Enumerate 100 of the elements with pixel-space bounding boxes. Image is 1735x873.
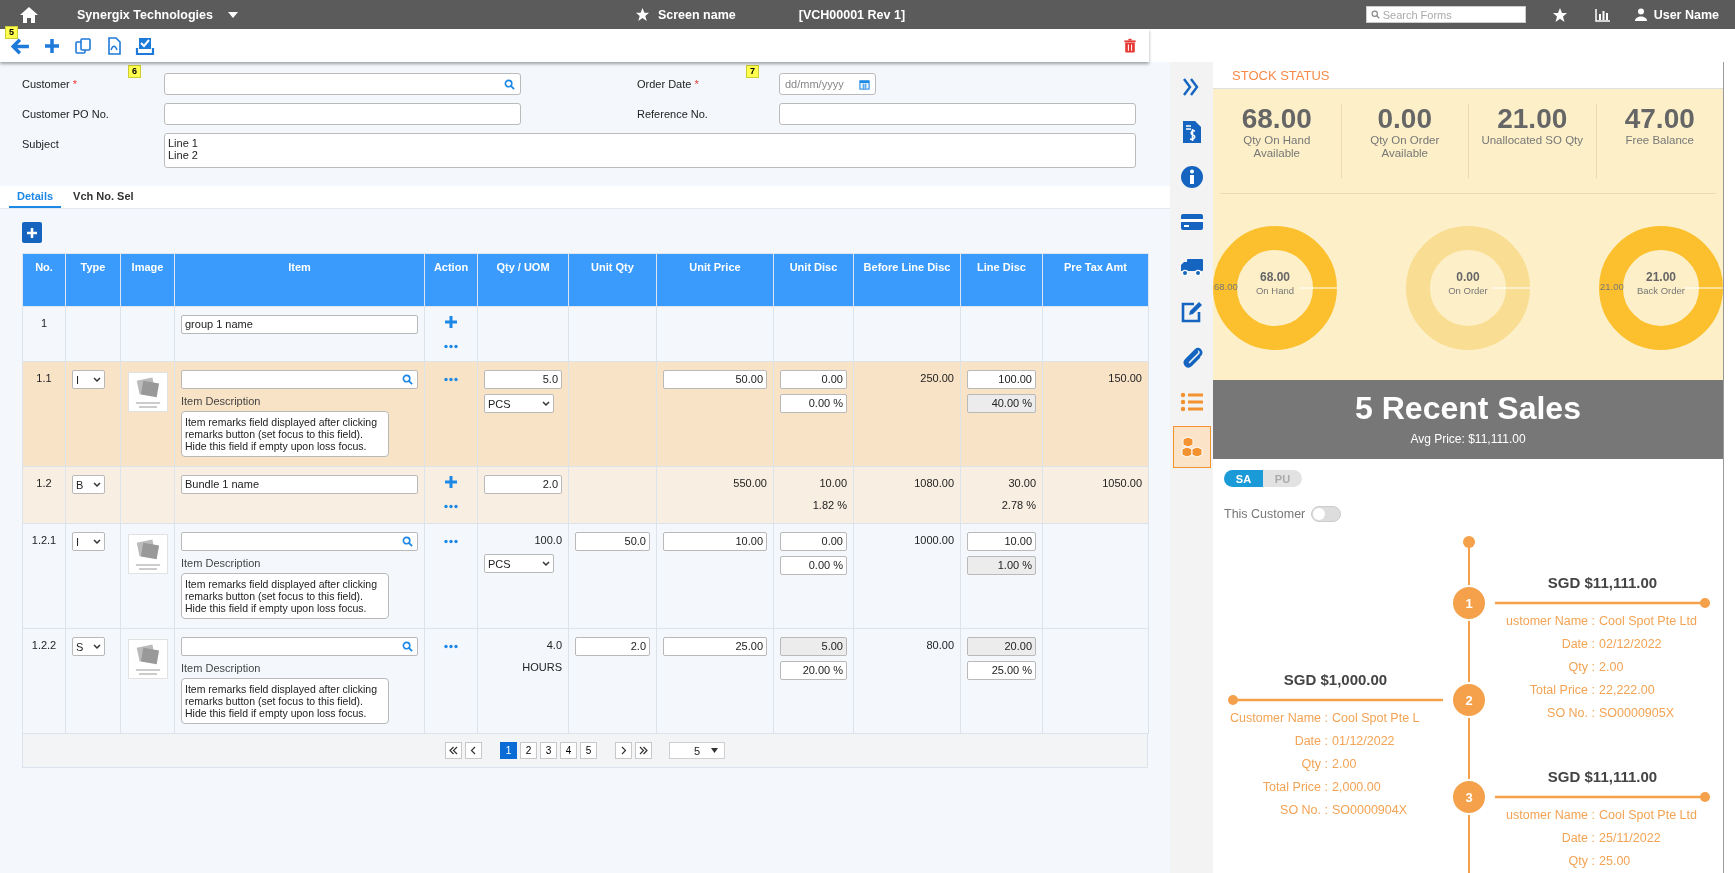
subject-field[interactable]: Line 1 Line 2 bbox=[164, 133, 1136, 168]
star-icon[interactable] bbox=[1551, 6, 1568, 23]
next-page-button[interactable] bbox=[615, 742, 632, 759]
donut-value: 21.00 bbox=[1646, 270, 1676, 285]
remarks-field[interactable]: Item remarks field displayed after clicking remarks button (set focus to this field). Hide this field if empty upon loss focus. bbox=[181, 573, 389, 619]
copy-button[interactable] bbox=[73, 35, 93, 56]
table-cell-text: 1.2.2 bbox=[30, 638, 58, 653]
delete-button[interactable] bbox=[1122, 36, 1138, 55]
input-field[interactable]: 0.00 % bbox=[780, 556, 847, 575]
stat-value: 47.00 bbox=[1624, 104, 1695, 134]
double-chevron-right-icon bbox=[639, 746, 648, 755]
page-button[interactable]: 2 bbox=[520, 742, 537, 759]
stat-label: Unallocated SO Qty bbox=[1481, 134, 1584, 147]
sale-amount: SGD $11,111.00 bbox=[1546, 573, 1659, 593]
detail-value: 2.00 bbox=[1599, 659, 1625, 676]
input-field[interactable]: 0.00 bbox=[780, 370, 847, 389]
user-menu[interactable]: User Name bbox=[1634, 7, 1719, 22]
input-field[interactable]: 10.00 bbox=[967, 532, 1036, 551]
text-field[interactable] bbox=[779, 103, 1136, 125]
item-search-field[interactable] bbox=[181, 370, 418, 389]
input-field[interactable]: 0.00 bbox=[780, 532, 847, 551]
input-field[interactable]: 25.00 bbox=[663, 637, 767, 656]
column-header: Pre Tax Amt bbox=[1042, 253, 1149, 307]
input-field[interactable]: 25.00 % bbox=[967, 661, 1036, 680]
page-button[interactable]: 5 bbox=[580, 742, 597, 759]
table-cell-text: 1.2.1 bbox=[30, 533, 58, 548]
detail-label: Total Price : bbox=[1261, 779, 1328, 796]
input-field[interactable]: 40.00 % bbox=[967, 394, 1036, 413]
select-field[interactable]: PCS bbox=[484, 554, 554, 573]
input-field[interactable]: 20.00 % bbox=[780, 661, 847, 680]
last-page-button[interactable] bbox=[635, 742, 652, 759]
input-field[interactable]: 100.00 bbox=[967, 370, 1036, 389]
caret-icon bbox=[711, 748, 718, 753]
stat-value: 68.00 bbox=[1241, 104, 1312, 134]
table-cell-text: 150.00 bbox=[1107, 371, 1142, 386]
tab[interactable]: Vch No. Sel bbox=[65, 186, 142, 208]
first-page-button[interactable] bbox=[445, 742, 462, 759]
detail-label: Total Price : bbox=[1528, 682, 1595, 699]
select-field[interactable]: S bbox=[72, 637, 105, 656]
customer-field[interactable] bbox=[164, 73, 521, 95]
plus-icon bbox=[444, 315, 458, 329]
page-button[interactable]: 3 bbox=[540, 742, 557, 759]
input-field[interactable]: 1.00 % bbox=[967, 556, 1036, 575]
company-name[interactable]: Synergix Technologies bbox=[77, 7, 213, 22]
input-field[interactable]: 10.00 bbox=[663, 532, 767, 551]
input-field[interactable]: 5.00 bbox=[780, 637, 847, 656]
input-field[interactable]: group 1 name bbox=[181, 315, 418, 334]
item-search-field[interactable] bbox=[181, 637, 418, 656]
table-cell-text: 1 bbox=[39, 316, 49, 331]
select-field[interactable]: PCS bbox=[484, 394, 554, 413]
table-cell-text: 250.00 bbox=[919, 371, 954, 386]
tab[interactable]: Details bbox=[9, 186, 62, 208]
star-icon[interactable] bbox=[634, 7, 650, 22]
remarks-field[interactable]: Item remarks field displayed after clicking remarks button (set focus to this field). Hide this field if empty upon loss focus. bbox=[181, 678, 389, 724]
home-icon[interactable] bbox=[19, 5, 39, 24]
input-field[interactable]: 2.0 bbox=[575, 637, 650, 656]
item-description-label: Item Description bbox=[181, 394, 262, 408]
item-search-field[interactable] bbox=[181, 532, 418, 551]
input-field[interactable]: Bundle 1 name bbox=[181, 475, 418, 494]
input-field[interactable]: 2.0 bbox=[484, 475, 562, 494]
select-field[interactable]: I bbox=[72, 532, 105, 551]
input-field[interactable]: 20.00 bbox=[967, 637, 1036, 656]
caret-icon[interactable] bbox=[226, 10, 239, 19]
save-button[interactable] bbox=[135, 35, 155, 56]
field-label: Subject bbox=[22, 137, 60, 152]
detail-label: ustomer Name : bbox=[1505, 613, 1595, 630]
column-header: Unit Price bbox=[656, 253, 774, 307]
page-button[interactable]: 4 bbox=[560, 742, 577, 759]
previous-page-button[interactable] bbox=[465, 742, 482, 759]
timeline-node: 1 bbox=[1451, 585, 1487, 621]
toggle-switch[interactable] bbox=[1311, 506, 1342, 522]
date-field[interactable]: dd/mm/yyyy bbox=[779, 73, 876, 95]
remarks-field[interactable]: Item remarks field displayed after clicking remarks button (set focus to this field). Hide this field if empty upon loss focus. bbox=[181, 411, 389, 457]
add-row-button[interactable] bbox=[22, 222, 42, 243]
page-size-select[interactable]: 5 bbox=[669, 742, 725, 759]
trash-icon bbox=[1122, 36, 1138, 55]
timeline-node: 3 bbox=[1451, 779, 1487, 815]
detail-label: SO No. : bbox=[1279, 802, 1328, 819]
input-field[interactable]: 0.00 % bbox=[780, 394, 847, 413]
cubes-icon bbox=[1179, 435, 1204, 459]
text-field[interactable] bbox=[164, 103, 521, 125]
select-field[interactable]: I bbox=[72, 370, 105, 389]
input-field[interactable]: 50.00 bbox=[663, 370, 767, 389]
input-field[interactable]: 50.0 bbox=[575, 532, 650, 551]
bar-chart-icon[interactable] bbox=[1594, 7, 1611, 22]
switch-label: This Customer bbox=[1224, 507, 1306, 521]
page-button[interactable]: 1 bbox=[500, 742, 517, 759]
detail-value: Cool Spot Pte L bbox=[1332, 710, 1421, 727]
table-cell-text: 550.00 bbox=[732, 476, 767, 491]
chevron-left-icon bbox=[469, 746, 478, 755]
caret-icon bbox=[542, 400, 550, 407]
search-icon bbox=[402, 536, 413, 547]
detail-value: 25.00 bbox=[1599, 853, 1632, 870]
select-field[interactable]: B bbox=[72, 475, 105, 494]
column-header: No. bbox=[22, 253, 66, 307]
column-header: Unit Disc bbox=[773, 253, 854, 307]
stat-label: Free Balance bbox=[1625, 134, 1694, 147]
field-label: Customer * bbox=[22, 77, 79, 92]
input-field[interactable]: 5.0 bbox=[484, 370, 562, 389]
detail-label: Qty : bbox=[1300, 756, 1328, 773]
